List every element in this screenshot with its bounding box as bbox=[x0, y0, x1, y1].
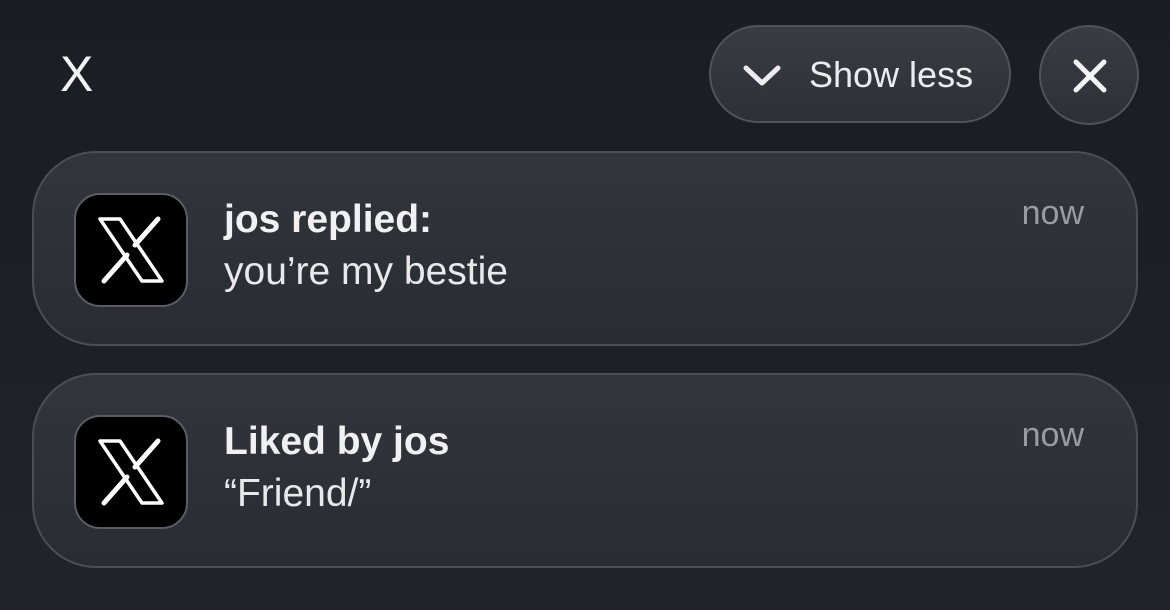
notification-title: Liked by jos bbox=[224, 420, 450, 463]
notification-group-title: X bbox=[60, 46, 94, 102]
notification-body: “Friend/” bbox=[224, 472, 372, 515]
show-less-button[interactable]: Show less bbox=[709, 25, 1011, 123]
clear-notifications-button[interactable] bbox=[1039, 25, 1139, 125]
notification-timestamp: now bbox=[1021, 416, 1084, 454]
chevron-down-icon bbox=[743, 65, 781, 86]
notification-title: jos replied: bbox=[224, 198, 433, 241]
x-app-icon bbox=[74, 193, 188, 307]
x-logo-icon bbox=[98, 438, 164, 506]
notification-timestamp: now bbox=[1021, 194, 1084, 232]
notification-card[interactable]: jos replied: you’re my bestie now bbox=[32, 151, 1138, 346]
close-icon bbox=[1073, 59, 1107, 93]
notification-body: you’re my bestie bbox=[224, 250, 508, 293]
x-app-icon bbox=[74, 415, 188, 529]
notification-center: X Show less jos replied: you’re my besti… bbox=[0, 0, 1170, 610]
x-logo-icon bbox=[98, 216, 164, 284]
notification-card[interactable]: Liked by jos “Friend/” now bbox=[32, 373, 1138, 568]
show-less-label: Show less bbox=[809, 54, 974, 95]
